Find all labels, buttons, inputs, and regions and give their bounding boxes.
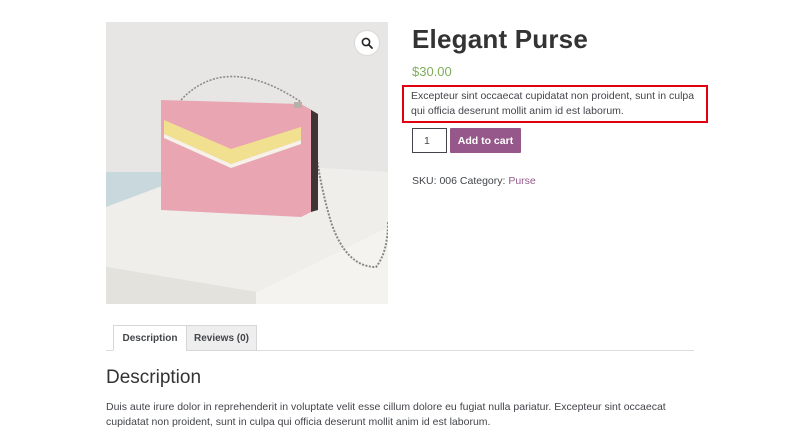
purse-photo	[106, 22, 388, 304]
sku-label: SKU:	[412, 175, 437, 187]
category-label: Category:	[459, 175, 506, 187]
magnifier-icon	[361, 37, 373, 49]
product-price: $30.00	[412, 64, 452, 79]
product-image[interactable]	[106, 22, 388, 304]
product-meta: SKU: 006 Category: Purse	[412, 175, 536, 187]
quantity-input[interactable]: 1	[412, 128, 447, 153]
category-link[interactable]: Purse	[508, 175, 535, 187]
tab-reviews[interactable]: Reviews (0)	[186, 325, 257, 351]
description-body: Duis aute irure dolor in reprehenderit i…	[106, 401, 666, 428]
description-heading: Description	[106, 367, 202, 388]
zoom-button[interactable]	[355, 31, 379, 55]
sku-value: 006	[439, 175, 457, 187]
short-description: Excepteur sint occaecat cupidatat non pr…	[411, 90, 695, 117]
product-title: Elegant Purse	[412, 24, 588, 54]
add-to-cart-button[interactable]: Add to cart	[450, 128, 521, 153]
tab-description[interactable]: Description	[113, 325, 187, 351]
